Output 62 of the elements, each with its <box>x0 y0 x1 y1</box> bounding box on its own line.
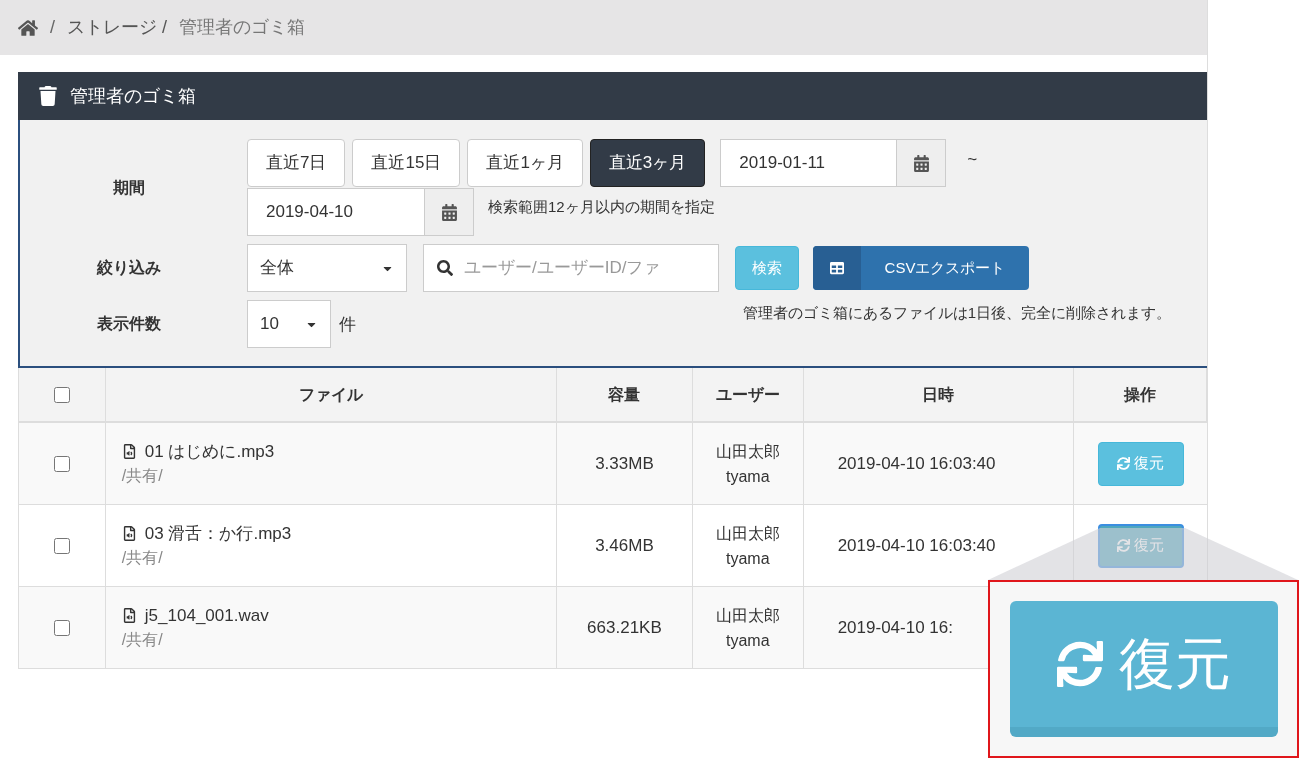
folder-path: /共有/ <box>121 548 164 569</box>
audio-file-icon <box>121 608 137 623</box>
refresh-icon <box>1117 539 1131 552</box>
count-select[interactable]: 10 <box>247 300 331 348</box>
file-name: 03 滑舌：か行.mp3 <box>144 522 292 545</box>
user-name: 山田太郎 <box>715 441 780 462</box>
period-button[interactable]: 直近15日 <box>352 139 461 187</box>
file-size: 663.21KB <box>587 616 662 639</box>
audio-file-icon <box>121 444 137 459</box>
row-checkbox[interactable] <box>53 619 70 636</box>
date-field[interactable]: 2019-04-10 <box>247 188 474 236</box>
calendar-icon <box>440 203 458 221</box>
column-header: 操作 <box>1124 384 1157 405</box>
period-button[interactable]: 直近3ヶ月 <box>589 139 706 187</box>
refresh-icon <box>1056 641 1103 687</box>
search-field[interactable]: ユーザー/ユーザーID/ファ <box>423 244 719 292</box>
calendar-icon <box>912 154 930 172</box>
user-id: tyama <box>725 466 770 487</box>
range-hint: 検索範囲12ヶ月以内の期間を指定 <box>488 197 715 217</box>
column-header: 日時 <box>922 384 955 405</box>
column-header: 容量 <box>608 384 641 405</box>
notice-text: 管理者のゴミ箱にあるファイルは1日後、完全に削除されます。 <box>742 303 1171 323</box>
breadcrumb-item[interactable]: ストレージ / <box>67 14 168 41</box>
file-name: j5_104_001.wav <box>144 604 269 627</box>
folder-path: /共有/ <box>121 630 164 651</box>
field-label: 表示件数 <box>96 314 162 334</box>
breadcrumb-separator: / <box>50 16 55 39</box>
field-label: 期間 <box>112 177 146 198</box>
folder-path: /共有/ <box>121 466 164 487</box>
file-size: 3.33MB <box>595 452 654 475</box>
user-name: 山田太郎 <box>715 605 780 626</box>
date-field[interactable]: 2019-01-11 <box>720 139 947 187</box>
panel-title: 管理者のゴミ箱 <box>70 84 196 108</box>
user-id: tyama <box>725 548 770 569</box>
refresh-icon <box>1117 457 1131 470</box>
deleted-datetime: 2019-04-10 16: <box>837 616 953 639</box>
range-separator: ~ <box>967 149 978 172</box>
user-id: tyama <box>725 630 770 651</box>
file-size: 3.46MB <box>595 534 654 557</box>
row-checkbox[interactable] <box>53 537 70 554</box>
search-icon <box>437 260 453 276</box>
select-all-checkbox[interactable] <box>53 386 70 403</box>
calendar-button[interactable] <box>896 140 946 186</box>
deleted-datetime: 2019-04-10 16:03:40 <box>837 452 996 475</box>
csv-export-button[interactable]: CSVエクスポート <box>813 246 1029 290</box>
row-checkbox[interactable] <box>53 455 70 472</box>
trash-icon <box>38 86 58 106</box>
breadcrumb-item: 管理者のゴミ箱 <box>179 16 306 39</box>
filter-select[interactable]: 全体 <box>247 244 407 292</box>
field-label: 絞り込み <box>96 258 162 278</box>
calendar-button[interactable] <box>424 189 473 235</box>
period-button[interactable]: 直近1ヶ月 <box>467 139 583 187</box>
user-name: 山田太郎 <box>715 523 780 544</box>
column-header: ファイル <box>298 384 363 405</box>
file-name: 01 はじめに.mp3 <box>144 440 275 463</box>
table-icon <box>830 261 844 275</box>
period-button[interactable]: 直近7日 <box>247 139 346 187</box>
audio-file-icon <box>121 526 137 541</box>
count-unit: 件 <box>339 314 356 336</box>
home-icon[interactable] <box>18 17 38 38</box>
column-header: ユーザー <box>715 384 780 405</box>
deleted-datetime: 2019-04-10 16:03:40 <box>837 534 996 557</box>
